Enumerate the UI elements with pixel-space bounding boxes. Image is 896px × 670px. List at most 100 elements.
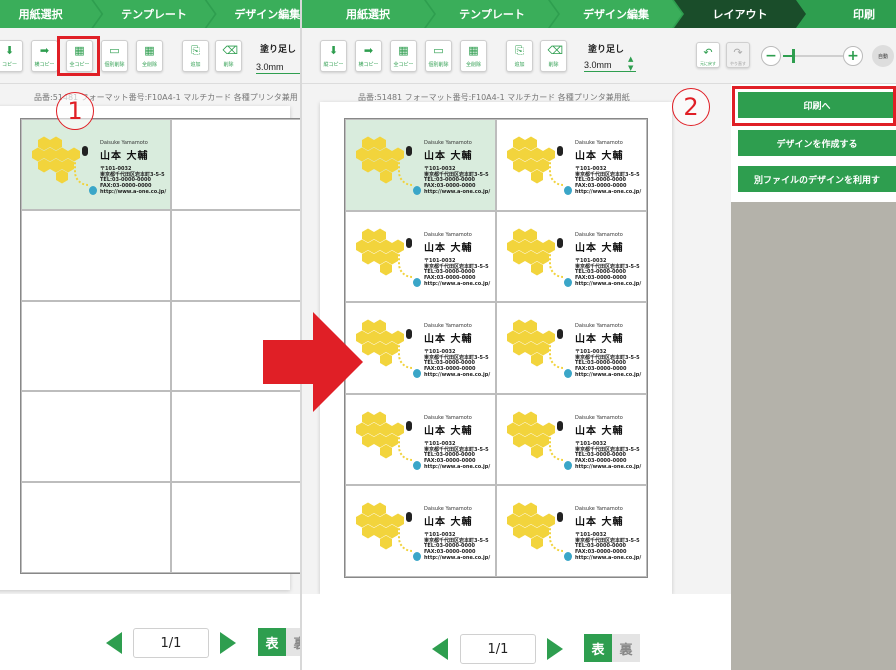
undo-label: 元に戻す	[700, 61, 716, 66]
back-side-button[interactable]: 裏	[286, 628, 300, 656]
card-cell[interactable]: Daisuke Yamamoto 山本 大輔 〒101-0032 東京都千代田区…	[496, 210, 647, 303]
water-drop-icon	[564, 186, 572, 195]
card-cell[interactable]: Daisuke Yamamoto 山本 大輔 〒101-0032 東京都千代田区…	[345, 393, 496, 486]
all-delete-icon: ▦	[144, 44, 155, 57]
water-drop-icon	[564, 460, 572, 470]
bleed-stepper-up-icon[interactable]: ▲	[628, 55, 633, 63]
card-cell[interactable]	[21, 300, 171, 392]
delete-single-button[interactable]: ▭ 個別削除	[101, 40, 128, 72]
card-cell[interactable]	[21, 391, 171, 483]
card-cell[interactable]: Daisuke Yamamoto 山本 大輔 〒101-0032 東京都千代田区…	[496, 302, 647, 394]
add-page-button[interactable]: ⎘ 追加	[182, 40, 209, 72]
card-cell[interactable]	[171, 119, 300, 210]
water-drop-icon	[413, 369, 421, 379]
card-latin-name: Daisuke Yamamoto	[424, 506, 472, 513]
copy-down-button[interactable]: ⬇ コピー	[0, 40, 23, 72]
bleed-stepper-down-icon[interactable]: ▼	[628, 64, 633, 72]
copy-horizontal-button[interactable]: ➡ 横コピー	[355, 40, 382, 72]
step-layout[interactable]: レイアウト	[674, 0, 806, 28]
bee-icon	[557, 329, 563, 340]
delete-page-label: 削除	[548, 62, 559, 68]
use-other-file-design-button[interactable]: 別ファイルのデザインを利用す	[738, 166, 896, 192]
back-side-button[interactable]: 裏	[612, 634, 640, 662]
card-latin-name: Daisuke Yamamoto	[100, 140, 148, 146]
card-cell[interactable]: Daisuke Yamamoto 山本 大輔 〒101-0032 東京都千代田区…	[345, 119, 496, 211]
step-template[interactable]: テンプレート	[426, 0, 558, 28]
card-latin-name: Daisuke Yamamoto	[575, 506, 623, 513]
business-card: Daisuke Yamamoto 山本 大輔 〒101-0032 東京都千代田区…	[497, 212, 646, 302]
step-print[interactable]: 印刷	[798, 0, 896, 28]
step-paper-select[interactable]: 用紙選択	[0, 0, 101, 28]
grid-icon: ▦	[398, 44, 409, 57]
delete-page-icon: ⌫	[547, 44, 564, 57]
redo-button[interactable]: ↷ やり直す	[726, 42, 750, 68]
card-cell[interactable]	[171, 209, 300, 301]
step-paper-select[interactable]: 用紙選択	[302, 0, 434, 28]
bleed-label: 塗り足し	[260, 45, 297, 55]
front-side-button[interactable]: 表	[584, 634, 612, 662]
card-cell[interactable]: Daisuke Yamamoto 山本 大輔 〒101-0032 東京都千代田区…	[496, 393, 647, 486]
step-1-marker: 1	[56, 92, 94, 130]
undo-button[interactable]: ↶ 元に戻す	[696, 42, 720, 68]
card-cell[interactable]: Daisuke Yamamoto 山本 大輔 〒101-0032 東京都千代田区…	[345, 485, 496, 577]
card-name: 山本 大輔	[575, 425, 624, 437]
copy-vertical-button[interactable]: ⬇ 縦コピー	[320, 40, 347, 72]
step-navigation: 用紙選択 テンプレート デザイン編集 レイアウト 印刷	[302, 0, 896, 28]
card-cell[interactable]: Daisuke Yamamoto 山本 大輔 〒101-0032 東京都千代田区…	[21, 119, 171, 210]
copy-horizontal-button[interactable]: ➡ 横コピー	[31, 40, 58, 72]
card-cell[interactable]	[21, 209, 171, 301]
zoom-in-button[interactable]: +	[843, 46, 863, 66]
prev-page-icon[interactable]	[432, 638, 448, 660]
card-cell[interactable]: Daisuke Yamamoto 山本 大輔 〒101-0032 東京都千代田区…	[345, 302, 496, 394]
card-url: http://www.a-one.co.jp/	[424, 463, 491, 470]
next-page-icon[interactable]	[220, 632, 236, 654]
delete-page-button[interactable]: ⌫ 削除	[540, 40, 567, 72]
page-indicator[interactable]: 1/1	[133, 628, 209, 658]
step-template[interactable]: テンプレート	[93, 0, 214, 28]
business-card: Daisuke Yamamoto 山本 大輔 〒101-0032 東京都千代田区…	[497, 486, 646, 576]
copy-vertical-label: 縦コピー	[323, 62, 344, 68]
bee-icon	[82, 146, 88, 156]
card-cell[interactable]	[171, 482, 300, 573]
bee-icon	[557, 237, 563, 248]
delete-page-icon: ⌫	[222, 44, 239, 57]
delete-all-button[interactable]: ▦ 全削除	[460, 40, 487, 72]
step-design-edit[interactable]: デザイン編集	[207, 0, 300, 28]
add-page-button[interactable]: ⎘ 追加	[506, 40, 533, 72]
delete-single-button[interactable]: ▭ 個別削除	[425, 40, 452, 72]
next-page-icon[interactable]	[547, 638, 563, 660]
card-grid: Daisuke Yamamoto 山本 大輔 〒101-0032 東京都千代田区…	[20, 118, 300, 574]
copy-down-label: コピー	[1, 62, 17, 68]
card-cell[interactable]	[21, 482, 171, 573]
delete-page-label: 削除	[223, 62, 234, 68]
page-indicator[interactable]: 1/1	[460, 634, 536, 664]
transition-arrow-icon	[263, 312, 363, 412]
card-cell[interactable]: Daisuke Yamamoto 山本 大輔 〒101-0032 東京都千代田区…	[345, 210, 496, 303]
prev-page-icon[interactable]	[106, 632, 122, 654]
water-drop-icon	[413, 460, 421, 470]
card-cell[interactable]: Daisuke Yamamoto 山本 大輔 〒101-0032 東京都千代田区…	[496, 119, 647, 211]
bleed-input[interactable]	[256, 60, 300, 74]
delete-all-button[interactable]: ▦ 全削除	[136, 40, 163, 72]
card-latin-name: Daisuke Yamamoto	[424, 323, 472, 330]
card-cell[interactable]: Daisuke Yamamoto 山本 大輔 〒101-0032 東京都千代田区…	[496, 485, 647, 577]
copy-all-highlight	[57, 36, 100, 76]
zoom-slider-handle[interactable]	[791, 49, 795, 63]
card-latin-name: Daisuke Yamamoto	[575, 323, 623, 330]
after-screen: 用紙選択 テンプレート デザイン編集 レイアウト 印刷 ⬇ 縦コピー ➡ 横コピ…	[302, 0, 896, 670]
add-page-icon: ⎘	[191, 44, 200, 57]
bee-icon	[406, 146, 412, 156]
auto-fit-button[interactable]: 自動	[872, 45, 894, 67]
create-design-button[interactable]: デザインを作成する	[738, 130, 896, 156]
front-side-button[interactable]: 表	[258, 628, 286, 656]
delete-page-button[interactable]: ⌫ 削除	[215, 40, 242, 72]
card-url: http://www.a-one.co.jp/	[575, 555, 642, 562]
undo-icon: ↶	[703, 46, 713, 59]
card-url: http://www.a-one.co.jp/	[575, 280, 642, 287]
card-url: http://www.a-one.co.jp/	[575, 372, 642, 379]
zoom-out-button[interactable]: −	[761, 46, 781, 66]
copy-all-button[interactable]: ▦ 全コピー	[390, 40, 417, 72]
card-name: 山本 大輔	[575, 334, 624, 346]
step-design-edit[interactable]: デザイン編集	[550, 0, 682, 28]
preview-area	[731, 202, 896, 670]
